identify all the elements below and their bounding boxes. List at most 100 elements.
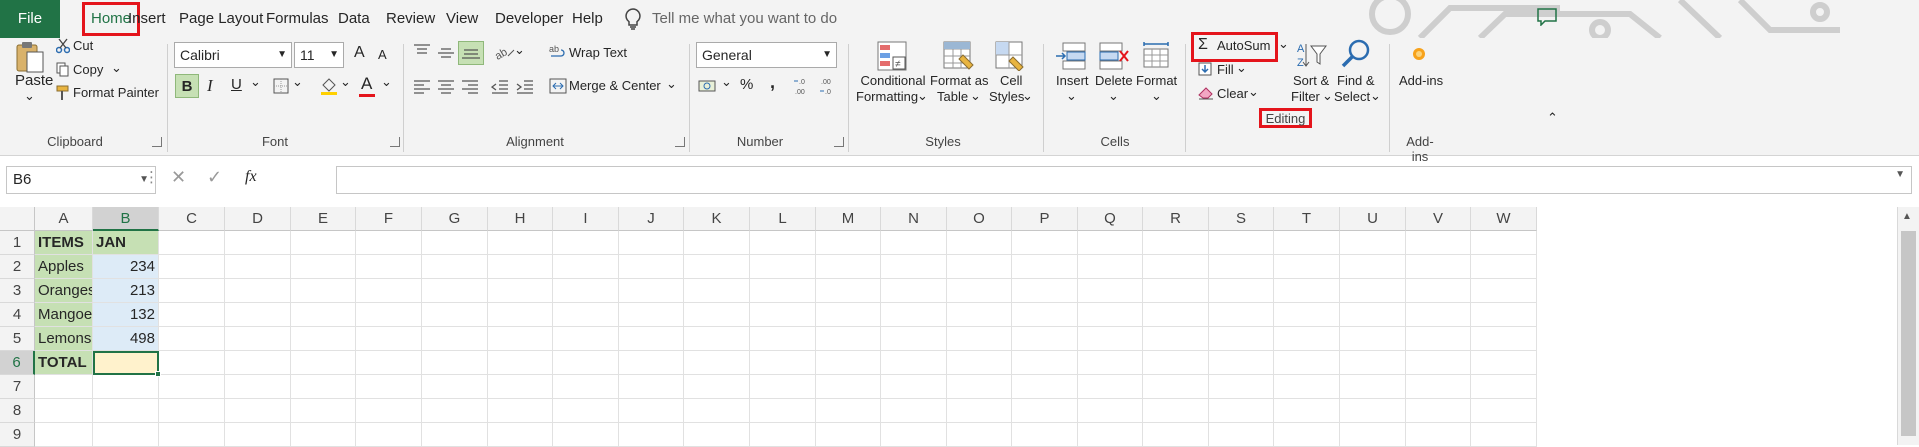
scroll-up-arrow-icon[interactable]: ▲ [1902, 211, 1912, 222]
cell-l1[interactable] [750, 231, 816, 255]
copy-dropdown-chevron-icon[interactable]: ⌄ [111, 60, 122, 76]
cell-u5[interactable] [1340, 327, 1406, 351]
cell-l7[interactable] [750, 375, 816, 399]
cell-o1[interactable] [947, 231, 1012, 255]
tab-view[interactable]: View [446, 0, 478, 38]
cell-h6[interactable] [488, 351, 553, 375]
delete-cells-button[interactable]: Delete [1095, 73, 1133, 88]
scrollbar-thumb[interactable] [1901, 231, 1916, 436]
format-painter-icon[interactable] [56, 85, 70, 106]
cell-d8[interactable] [225, 399, 291, 423]
cell-n4[interactable] [881, 303, 947, 327]
cell-a5-item-name[interactable]: Lemons [35, 327, 93, 351]
cell-r2[interactable] [1143, 255, 1209, 279]
cell-q6[interactable] [1078, 351, 1143, 375]
cell-b8[interactable] [93, 399, 159, 423]
cell-l3[interactable] [750, 279, 816, 303]
cell-u1[interactable] [1340, 231, 1406, 255]
formula-input[interactable]: ▼ [336, 166, 1912, 194]
column-header-r[interactable]: R [1143, 207, 1209, 231]
cell-i6[interactable] [553, 351, 619, 375]
row-header-8[interactable]: 8 [0, 399, 35, 423]
format-cells-button[interactable]: Format [1136, 73, 1177, 88]
cell-f8[interactable] [356, 399, 422, 423]
cell-a4-item-name[interactable]: Mangoes [35, 303, 93, 327]
cell-n1[interactable] [881, 231, 947, 255]
cell-l8[interactable] [750, 399, 816, 423]
cell-t4[interactable] [1274, 303, 1340, 327]
cell-t3[interactable] [1274, 279, 1340, 303]
decrease-decimal-icon[interactable]: .00.0 [819, 76, 839, 101]
cell-k8[interactable] [684, 399, 750, 423]
cell-l4[interactable] [750, 303, 816, 327]
number-dialog-launcher[interactable] [834, 137, 844, 147]
cell-r1[interactable] [1143, 231, 1209, 255]
cell-c3[interactable] [159, 279, 225, 303]
vertical-scrollbar[interactable]: ▲ [1897, 207, 1919, 445]
cell-u3[interactable] [1340, 279, 1406, 303]
cell-c2[interactable] [159, 255, 225, 279]
cell-e3[interactable] [291, 279, 356, 303]
cell-b4-jan-value[interactable]: 132 [93, 303, 159, 327]
cell-w8[interactable] [1471, 399, 1537, 423]
column-header-h[interactable]: H [488, 207, 553, 231]
format-as-table-icon[interactable] [943, 41, 975, 76]
cell-k5[interactable] [684, 327, 750, 351]
cell-v4[interactable] [1406, 303, 1471, 327]
cell-a2-item-name[interactable]: Apples [35, 255, 93, 279]
cell-l6[interactable] [750, 351, 816, 375]
cell-o4[interactable] [947, 303, 1012, 327]
middle-align-icon[interactable] [437, 46, 455, 65]
cell-f1[interactable] [356, 231, 422, 255]
cell-e6[interactable] [291, 351, 356, 375]
cell-g1[interactable] [422, 231, 488, 255]
column-header-w[interactable]: W [1471, 207, 1537, 231]
cell-styles-chevron-icon[interactable]: ⌄ [1022, 88, 1033, 104]
cell-e9[interactable] [291, 423, 356, 447]
cell-j7[interactable] [619, 375, 684, 399]
merge-center-button[interactable]: Merge & Center [569, 78, 661, 93]
column-header-v[interactable]: V [1406, 207, 1471, 231]
column-header-q[interactable]: Q [1078, 207, 1143, 231]
cell-p6[interactable] [1012, 351, 1078, 375]
column-header-p[interactable]: P [1012, 207, 1078, 231]
wrap-text-button[interactable]: Wrap Text [569, 45, 627, 60]
cell-v2[interactable] [1406, 255, 1471, 279]
tab-file[interactable]: File [0, 0, 60, 38]
column-header-e[interactable]: E [291, 207, 356, 231]
increase-font-size-icon[interactable]: A [354, 44, 365, 62]
find-select-chevron-icon[interactable]: ⌄ [1370, 88, 1381, 104]
font-name-select[interactable]: Calibri ▼ [174, 42, 292, 68]
cell-t9[interactable] [1274, 423, 1340, 447]
cell-i1[interactable] [553, 231, 619, 255]
cell-g4[interactable] [422, 303, 488, 327]
cell-o9[interactable] [947, 423, 1012, 447]
select-all-corner[interactable] [0, 207, 35, 231]
cell-p3[interactable] [1012, 279, 1078, 303]
cell-g9[interactable] [422, 423, 488, 447]
cell-p8[interactable] [1012, 399, 1078, 423]
cell-f4[interactable] [356, 303, 422, 327]
cell-s8[interactable] [1209, 399, 1274, 423]
cell-w3[interactable] [1471, 279, 1537, 303]
cell-j8[interactable] [619, 399, 684, 423]
delete-cells-icon[interactable] [1098, 41, 1130, 76]
cell-q5[interactable] [1078, 327, 1143, 351]
tab-page-layout[interactable]: Page Layout [179, 0, 263, 38]
decrease-indent-icon[interactable] [490, 80, 509, 99]
cell-g6[interactable] [422, 351, 488, 375]
cell-m7[interactable] [816, 375, 881, 399]
cell-i4[interactable] [553, 303, 619, 327]
cell-r8[interactable] [1143, 399, 1209, 423]
cell-s7[interactable] [1209, 375, 1274, 399]
cell-t8[interactable] [1274, 399, 1340, 423]
column-header-d[interactable]: D [225, 207, 291, 231]
cell-styles-icon[interactable] [995, 41, 1027, 76]
cell-o6[interactable] [947, 351, 1012, 375]
cell-h2[interactable] [488, 255, 553, 279]
more-options-icon[interactable]: ⋮ [144, 168, 159, 186]
column-header-c[interactable]: C [159, 207, 225, 231]
font-color-icon[interactable]: A [361, 74, 372, 94]
fill-handle[interactable] [155, 371, 161, 377]
insert-cells-icon[interactable] [1055, 41, 1087, 76]
